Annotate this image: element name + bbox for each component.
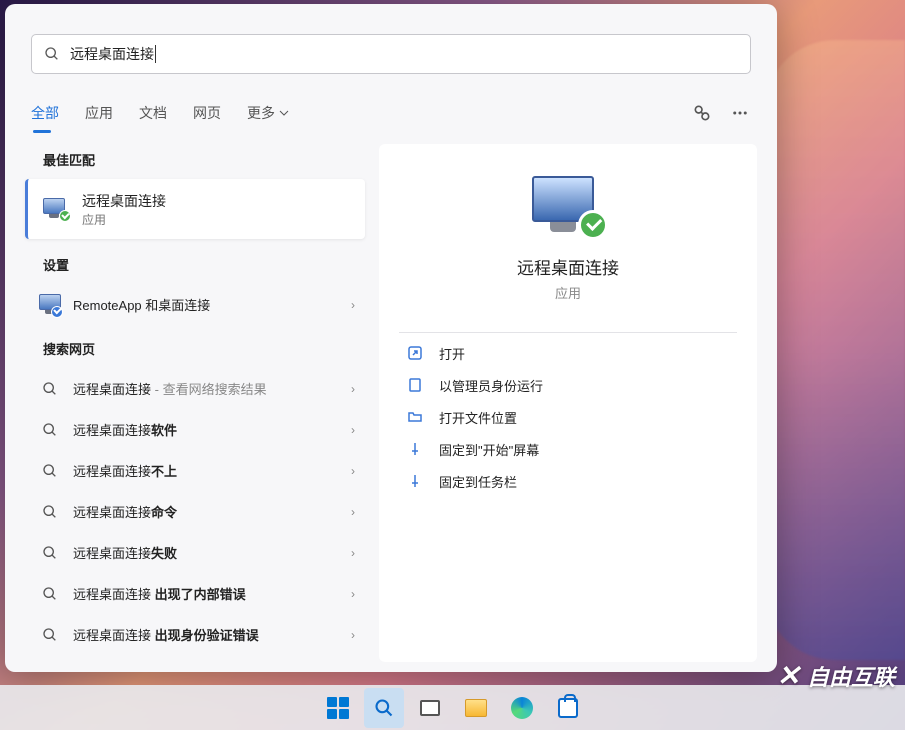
preview-type: 应用 [555, 283, 581, 302]
search-flyout: 远程桌面连接 全部 应用 文档 网页 更多 最佳匹配 远程桌面连接 [5, 4, 777, 672]
section-settings: 设置 [25, 249, 365, 284]
settings-result-remoteapp[interactable]: RemoteApp 和桌面连接 › [25, 284, 365, 325]
chevron-right-icon: › [351, 505, 355, 519]
remoteapp-icon [39, 294, 61, 316]
watermark: ✕ 自由互联 [777, 659, 895, 692]
store-icon [558, 698, 578, 718]
tab-all[interactable]: 全部 [31, 101, 59, 125]
results-column: 最佳匹配 远程桌面连接 应用 设置 RemoteApp 和桌面连接 › 搜索网页… [25, 144, 365, 662]
tab-apps[interactable]: 应用 [85, 101, 113, 125]
chevron-right-icon: › [351, 423, 355, 437]
screenshare-icon[interactable] [691, 102, 713, 124]
taskbar-store-button[interactable] [548, 688, 588, 728]
search-icon [42, 545, 58, 561]
web-result[interactable]: 远程桌面连接 - 查看网络搜索结果› [25, 368, 365, 409]
chevron-right-icon: › [351, 546, 355, 560]
tab-web[interactable]: 网页 [193, 101, 221, 125]
search-icon [42, 627, 58, 643]
search-icon [42, 381, 58, 397]
best-match-type: 应用 [82, 211, 166, 228]
web-result[interactable]: 远程桌面连接不上› [25, 450, 365, 491]
web-result[interactable]: 远程桌面连接软件› [25, 409, 365, 450]
taskbar-search-button[interactable] [364, 688, 404, 728]
open-icon [407, 345, 423, 361]
search-box[interactable]: 远程桌面连接 [31, 34, 751, 74]
best-match-title: 远程桌面连接 [82, 191, 166, 211]
taskbar [0, 685, 905, 730]
search-icon [42, 504, 58, 520]
tab-documents[interactable]: 文档 [139, 101, 167, 125]
shield-icon [407, 377, 423, 393]
tabs-row: 全部 应用 文档 网页 更多 [5, 96, 777, 130]
search-input[interactable]: 远程桌面连接 [70, 45, 156, 63]
edge-icon [511, 697, 533, 719]
tab-more[interactable]: 更多 [247, 101, 289, 125]
taskbar-start-button[interactable] [318, 688, 358, 728]
web-result[interactable]: 远程桌面连接失败› [25, 532, 365, 573]
chevron-right-icon: › [351, 298, 355, 312]
action-open-location[interactable]: 打开文件位置 [395, 401, 741, 433]
chevron-down-icon [279, 108, 289, 118]
remote-desktop-icon-large [532, 176, 604, 238]
action-pin-start[interactable]: 固定到"开始"屏幕 [395, 433, 741, 465]
web-result[interactable]: 远程桌面连接 出现身份验证错误› [25, 614, 365, 655]
chevron-right-icon: › [351, 382, 355, 396]
search-icon [374, 698, 394, 718]
preview-pane: 远程桌面连接 应用 打开 以管理员身份运行 打开文件位置 固定到"开始"屏幕 [379, 144, 757, 662]
search-icon [42, 463, 58, 479]
chevron-right-icon: › [351, 464, 355, 478]
best-match-result[interactable]: 远程桌面连接 应用 [25, 179, 365, 239]
pin-icon [407, 441, 423, 457]
taskbar-edge-button[interactable] [502, 688, 542, 728]
windows-start-icon [327, 697, 349, 719]
watermark-logo-icon: ✕ [777, 659, 801, 692]
file-explorer-icon [465, 699, 487, 717]
task-view-icon [420, 700, 440, 716]
action-open[interactable]: 打开 [395, 337, 741, 369]
web-result[interactable]: 远程桌面连接 出现了内部错误› [25, 573, 365, 614]
preview-title: 远程桌面连接 [517, 254, 619, 279]
remote-desktop-icon [43, 198, 69, 220]
taskbar-explorer-button[interactable] [456, 688, 496, 728]
more-options-icon[interactable] [729, 102, 751, 124]
search-icon [42, 586, 58, 602]
search-icon [44, 46, 60, 62]
section-best-match: 最佳匹配 [25, 144, 365, 179]
chevron-right-icon: › [351, 587, 355, 601]
pin-icon [407, 473, 423, 489]
action-pin-taskbar[interactable]: 固定到任务栏 [395, 465, 741, 497]
chevron-right-icon: › [351, 628, 355, 642]
search-icon [42, 422, 58, 438]
action-run-admin[interactable]: 以管理员身份运行 [395, 369, 741, 401]
web-result[interactable]: 远程桌面连接命令› [25, 491, 365, 532]
taskbar-taskview-button[interactable] [410, 688, 450, 728]
folder-icon [407, 409, 423, 425]
section-search-web: 搜索网页 [25, 333, 365, 368]
